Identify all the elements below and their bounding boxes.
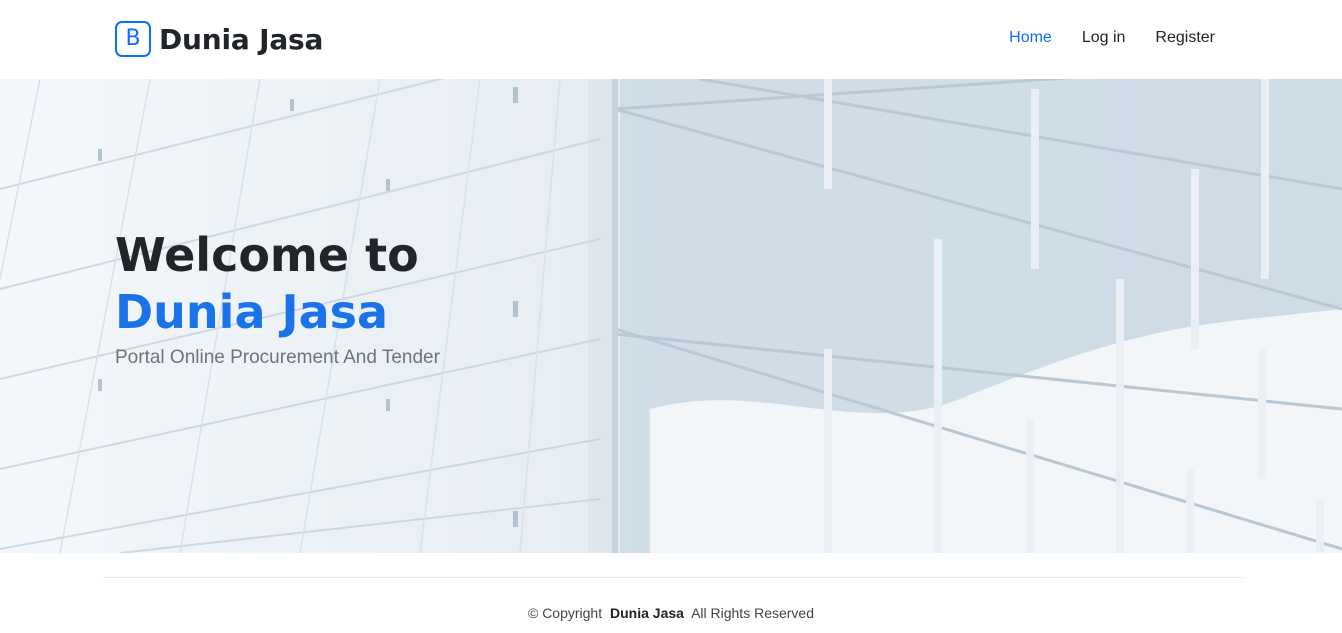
nav-login-link[interactable]: Log in	[1082, 29, 1126, 47]
hero-text-block: Welcome to Dunia Jasa Portal Online Proc…	[115, 227, 440, 369]
hero-subtitle: Portal Online Procurement And Tender	[115, 347, 440, 368]
brand-letter: B	[125, 26, 141, 51]
nav-home-link[interactable]: Home	[1009, 29, 1052, 47]
copyright-company: Dunia Jasa	[610, 605, 684, 621]
hero-title-line1: Welcome to	[115, 228, 419, 282]
hero-section: Welcome to Dunia Jasa Portal Online Proc…	[0, 79, 1342, 553]
footer-copyright: © Copyright Dunia Jasa All Rights Reserv…	[0, 605, 1342, 621]
nav-register-link[interactable]: Register	[1155, 29, 1215, 47]
footer-divider	[103, 577, 1243, 578]
hero-title-line2: Dunia Jasa	[115, 285, 389, 339]
main-nav: Home Log in Register	[1009, 29, 1215, 47]
copyright-rights: All Rights Reserved	[691, 605, 814, 621]
brand-name: Dunia Jasa	[159, 22, 324, 56]
copyright-prefix: © Copyright	[527, 605, 603, 621]
bootstrap-logo-icon: B	[115, 21, 151, 57]
brand-logo[interactable]: B Dunia Jasa	[115, 21, 323, 57]
site-header: B Dunia Jasa Home Log in Register	[0, 0, 1342, 79]
site-footer: © Copyright Dunia Jasa All Rights Reserv…	[0, 553, 1342, 633]
